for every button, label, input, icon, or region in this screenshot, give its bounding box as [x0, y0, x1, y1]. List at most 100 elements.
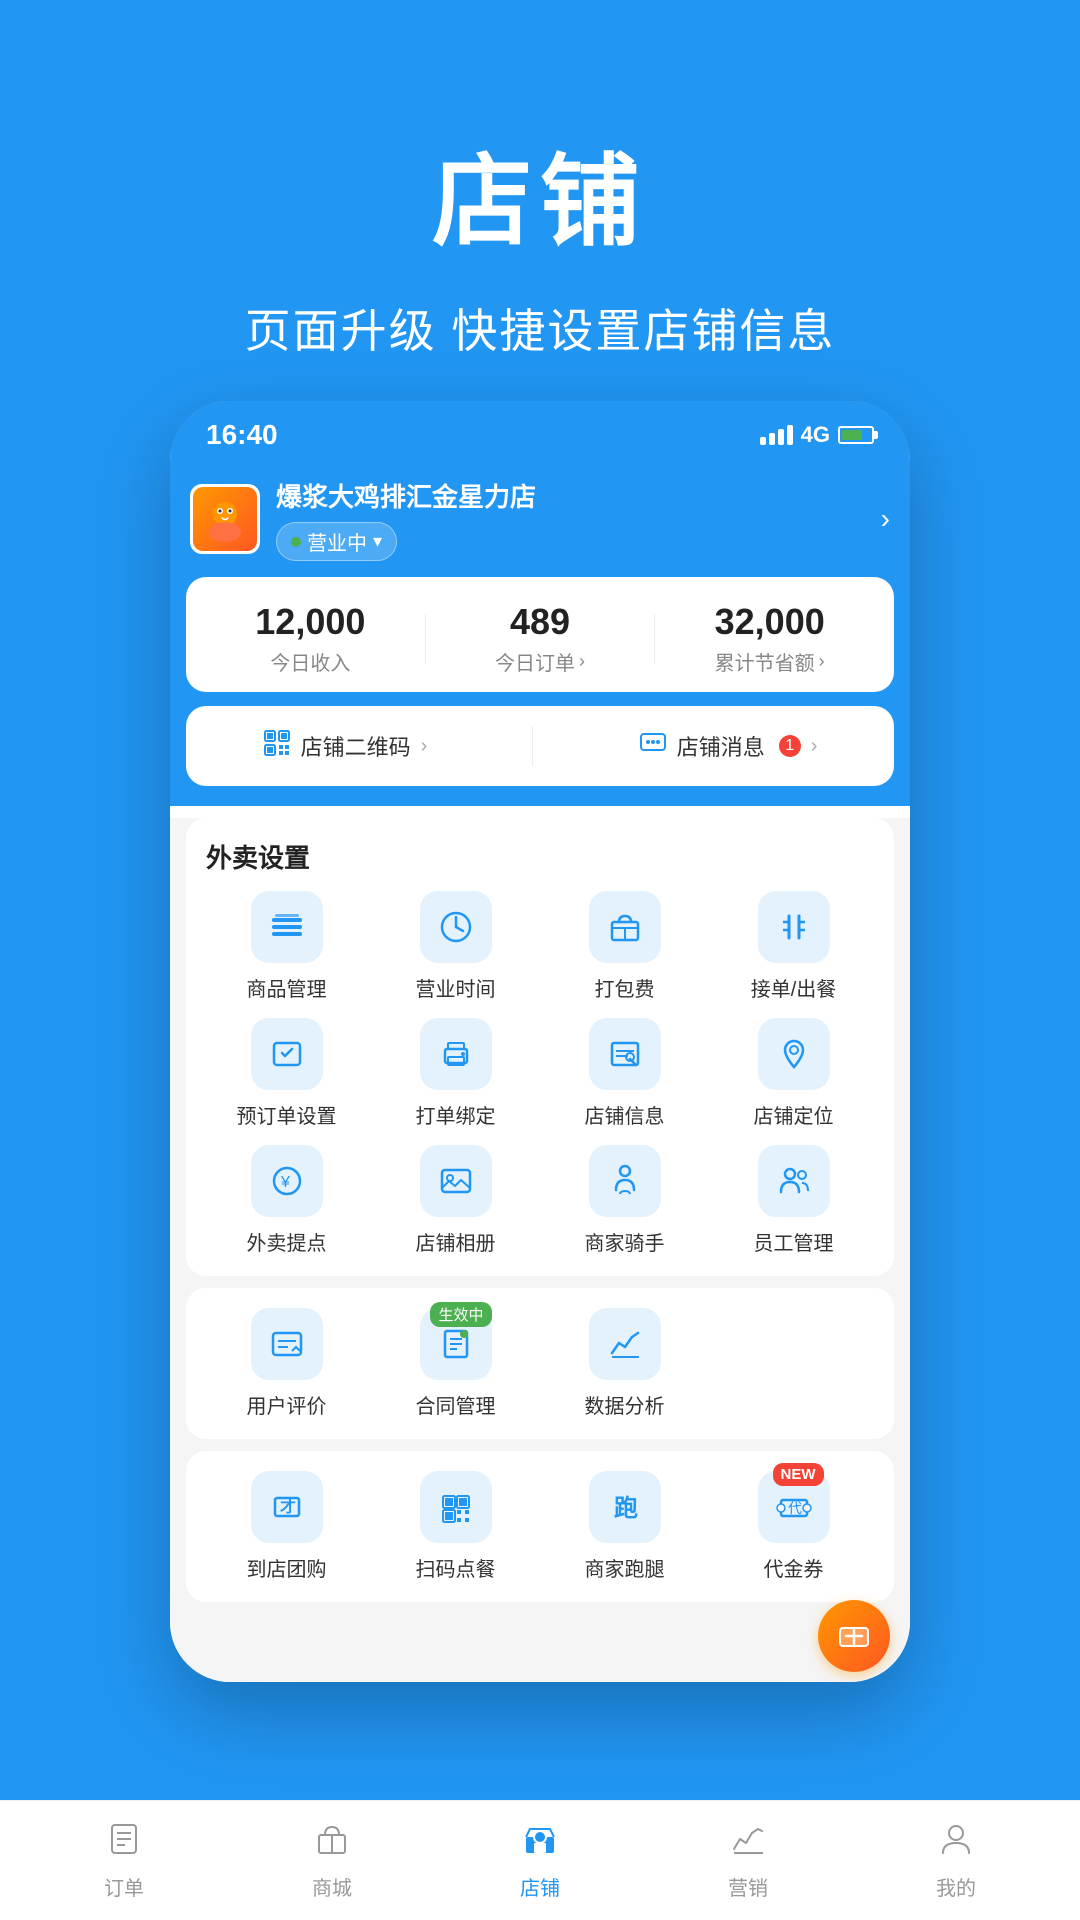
- location-label: 店铺定位: [754, 1100, 834, 1129]
- store-status-badge[interactable]: 营业中 ▾: [276, 522, 397, 561]
- coupon-badge: NEW: [773, 1463, 824, 1486]
- menu-item-data[interactable]: 数据分析: [540, 1308, 709, 1419]
- group-buy-label: 到店团购: [247, 1553, 327, 1582]
- nav-store[interactable]: 店铺: [436, 1821, 644, 1901]
- quick-link-message[interactable]: 店铺消息 1 ›: [639, 726, 818, 766]
- signal-bars-icon: [760, 425, 793, 445]
- nav-profile-icon: [938, 1821, 974, 1866]
- qrcode-label: 店铺二维码: [301, 730, 411, 762]
- coupon-label: 代金券: [764, 1553, 824, 1582]
- float-button[interactable]: [818, 1600, 890, 1672]
- stat-savings-value: 32,000: [655, 601, 884, 643]
- stat-total-savings[interactable]: 32,000 累计节省额 ›: [655, 601, 884, 676]
- stat-today-income: 12,000 今日收入: [196, 601, 425, 676]
- data-icon: [589, 1308, 661, 1380]
- preorder-icon: [251, 1018, 323, 1090]
- nav-marketing-label: 营销: [728, 1872, 768, 1901]
- menu-item-printer[interactable]: 打单绑定: [371, 1018, 540, 1129]
- hours-icon: [420, 891, 492, 963]
- phone-mockup: 16:40 4G: [170, 401, 910, 1682]
- nav-profile[interactable]: 我的: [852, 1821, 1060, 1901]
- section-review: 用户评价 生效中 合同管理: [186, 1288, 894, 1439]
- store-chevron-icon: ›: [881, 503, 890, 535]
- menu-grid-review: 用户评价 生效中 合同管理: [202, 1308, 878, 1419]
- menu-item-preorder[interactable]: 预订单设置: [202, 1018, 371, 1129]
- float-button-area: [170, 1602, 910, 1662]
- menu-item-group-buy[interactable]: 才 到店团购: [202, 1471, 371, 1582]
- menu-item-commission[interactable]: ¥ 外卖提点: [202, 1145, 371, 1256]
- store-info-label: 店铺信息: [585, 1100, 665, 1129]
- menu-item-album[interactable]: 店铺相册: [371, 1145, 540, 1256]
- album-icon: [420, 1145, 492, 1217]
- stat-income-label: 今日收入: [196, 647, 425, 676]
- phone-blue-top: 16:40 4G: [170, 401, 910, 806]
- message-badge: 1: [779, 735, 801, 757]
- contract-badge: 生效中: [430, 1302, 491, 1327]
- status-bar: 16:40 4G: [206, 419, 874, 451]
- nav-mall-label: 商城: [312, 1872, 352, 1901]
- menu-item-hours[interactable]: 营业时间: [371, 891, 540, 1002]
- nav-orders[interactable]: 订单: [20, 1821, 228, 1901]
- menu-item-rider[interactable]: 商家骑手: [540, 1145, 709, 1256]
- errand-icon: 跑: [589, 1471, 661, 1543]
- orders-label: 接单/出餐: [751, 973, 837, 1002]
- menu-item-location[interactable]: 店铺定位: [709, 1018, 878, 1129]
- nav-store-label: 店铺: [520, 1872, 560, 1901]
- hero-section: 店铺 页面升级 快捷设置店铺信息: [0, 0, 1080, 401]
- nav-mall[interactable]: 商城: [228, 1821, 436, 1901]
- menu-item-review[interactable]: 用户评价: [202, 1308, 371, 1419]
- preorder-label: 预订单设置: [237, 1100, 337, 1129]
- location-icon: [758, 1018, 830, 1090]
- data-label: 数据分析: [585, 1390, 665, 1419]
- bottom-nav: 订单 商城 店铺 营销: [0, 1800, 1080, 1920]
- store-info-row[interactable]: 爆浆大鸡排汇金星力店 营业中 ▾ ›: [170, 461, 910, 577]
- review-icon: [251, 1308, 323, 1380]
- packaging-label: 打包费: [595, 973, 655, 1002]
- stat-orders-label: 今日订单 ›: [426, 647, 655, 676]
- scan-icon: [420, 1471, 492, 1543]
- battery-icon: [838, 426, 874, 444]
- scan-label: 扫码点餐: [416, 1553, 496, 1582]
- qrcode-icon: [263, 729, 291, 764]
- packaging-icon: [589, 891, 661, 963]
- nav-mall-icon: [314, 1821, 350, 1866]
- products-label: 商品管理: [247, 973, 327, 1002]
- section-delivery-title: 外卖设置: [202, 838, 878, 875]
- svg-text:跑: 跑: [614, 1494, 638, 1522]
- quick-link-qrcode[interactable]: 店铺二维码 ›: [263, 726, 428, 766]
- stat-savings-label: 累计节省额 ›: [655, 647, 884, 676]
- status-icons: 4G: [760, 422, 874, 448]
- menu-item-products[interactable]: 商品管理: [202, 891, 371, 1002]
- printer-icon: [420, 1018, 492, 1090]
- svg-text:¥: ¥: [280, 1174, 290, 1191]
- hours-label: 营业时间: [416, 973, 496, 1002]
- menu-item-packaging[interactable]: 打包费: [540, 891, 709, 1002]
- rider-label: 商家骑手: [585, 1227, 665, 1256]
- commission-icon: ¥: [251, 1145, 323, 1217]
- battery-fill: [842, 430, 862, 440]
- menu-item-contract[interactable]: 生效中 合同管理: [371, 1308, 540, 1419]
- menu-grid-delivery: 商品管理 营业时间: [202, 891, 878, 1256]
- menu-item-coupon[interactable]: 代 NEW 代金券: [709, 1471, 878, 1582]
- stats-card: 12,000 今日收入 489 今日订单 › 32,000 累计节省额 ›: [186, 577, 894, 692]
- store-logo: [190, 484, 260, 554]
- menu-item-orders[interactable]: 接单/出餐: [709, 891, 878, 1002]
- menu-item-scan[interactable]: 扫码点餐: [371, 1471, 540, 1582]
- nav-marketing[interactable]: 营销: [644, 1821, 852, 1901]
- phone-header: 16:40 4G: [170, 401, 910, 451]
- network-type: 4G: [801, 422, 830, 448]
- stat-today-orders[interactable]: 489 今日订单 ›: [426, 601, 655, 676]
- menu-item-store-info[interactable]: 店铺信息: [540, 1018, 709, 1129]
- commission-label: 外卖提点: [247, 1227, 327, 1256]
- menu-item-staff[interactable]: 员工管理: [709, 1145, 878, 1256]
- orders-icon: [758, 891, 830, 963]
- store-logo-image: [193, 487, 257, 551]
- hero-title: 店铺: [0, 120, 1080, 265]
- quick-link-divider: [532, 726, 533, 766]
- store-name: 爆浆大鸡排汇金星力店: [276, 477, 871, 514]
- menu-item-errand[interactable]: 跑 商家跑腿: [540, 1471, 709, 1582]
- nav-profile-label: 我的: [936, 1872, 976, 1901]
- review-label: 用户评价: [247, 1390, 327, 1419]
- staff-label: 员工管理: [754, 1227, 834, 1256]
- message-label: 店铺消息: [677, 730, 765, 762]
